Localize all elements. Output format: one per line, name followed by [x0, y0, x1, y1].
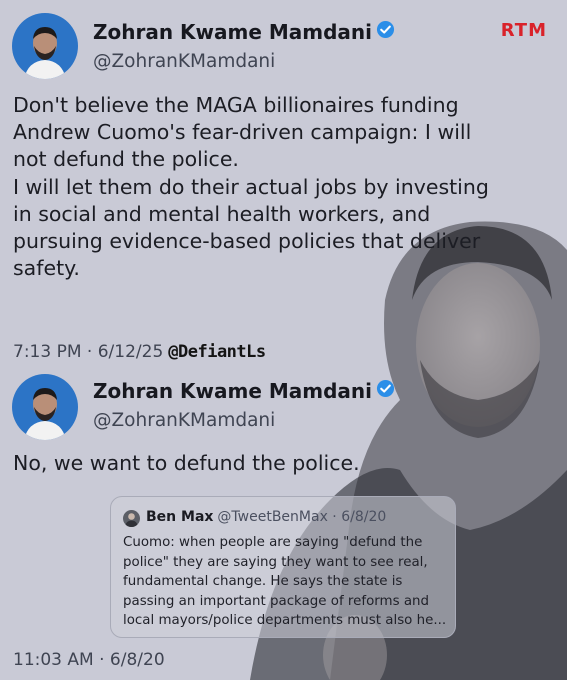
tweet-line: in social and mental health workers, and	[13, 201, 431, 226]
tweet-line: pursuing evidence-based policies that de…	[13, 229, 481, 254]
brand-logo: RTM	[500, 20, 547, 41]
tweet-date[interactable]: 6/12/25	[98, 342, 164, 362]
author-name-text[interactable]: Zohran Kwame Mamdani	[93, 379, 372, 403]
quoted-author[interactable]: Ben Max @TweetBenMax · 6/8/20	[146, 509, 386, 525]
author-name[interactable]: Zohran Kwame Mamdani	[93, 20, 395, 46]
tweet-line: safety.	[13, 256, 80, 281]
tweet-time[interactable]: 7:13 PM	[13, 342, 82, 362]
verified-badge-icon	[376, 20, 395, 44]
quoted-line: local mayors/police departments must als…	[123, 613, 447, 628]
author-name-text[interactable]: Zohran Kwame Mamdani	[93, 20, 372, 44]
tweet-time[interactable]: 11:03 AM	[13, 650, 94, 670]
tweet-date[interactable]: 6/8/20	[110, 650, 165, 670]
quoted-line: Cuomo: when people are saying "defund th…	[123, 535, 423, 550]
author-handle[interactable]: @ZohranKMamdani	[93, 410, 275, 431]
quoted-avatar[interactable]	[123, 510, 140, 527]
tweet-line: I will let them do their actual jobs by …	[13, 174, 489, 199]
tweet-body: No, we want to defund the police.	[13, 450, 360, 477]
tweet-line: Andrew Cuomo's fear-driven campaign: I w…	[13, 120, 472, 145]
quoted-author-name[interactable]: Ben Max	[146, 509, 213, 525]
author-name[interactable]: Zohran Kwame Mamdani	[93, 379, 395, 405]
author-handle[interactable]: @ZohranKMamdani	[93, 51, 275, 72]
quoted-line: passing an important package of reforms …	[123, 593, 430, 609]
tweet-line: not defund the police.	[13, 147, 239, 172]
watermark: @DefiantLs	[168, 342, 266, 362]
tweet-timestamp[interactable]: 7:13 PM · 6/12/25 @DefiantLs	[13, 342, 266, 362]
quoted-line: fundamental change. He says the state is	[123, 574, 403, 589]
tweet-line: No, we want to defund the police.	[13, 451, 360, 475]
quoted-line: police" they are saying they want to see…	[123, 554, 428, 570]
tweet-body: Don't believe the MAGA billionaires fund…	[13, 92, 489, 282]
separator: ·	[86, 342, 93, 362]
author-avatar[interactable]	[12, 374, 78, 440]
author-avatar[interactable]	[12, 13, 78, 79]
tweet-line: Don't believe the MAGA billionaires fund…	[13, 93, 459, 117]
verified-badge-icon	[376, 379, 395, 403]
quoted-tweet[interactable]: Ben Max @TweetBenMax · 6/8/20 Cuomo: when…	[110, 496, 456, 638]
separator: ·	[99, 650, 105, 670]
tweet-timestamp[interactable]: 11:03 AM · 6/8/20	[13, 650, 165, 670]
quoted-body: Cuomo: when people are saying "defund th…	[123, 533, 446, 631]
quoted-handle-date[interactable]: @TweetBenMax · 6/8/20	[217, 509, 386, 525]
